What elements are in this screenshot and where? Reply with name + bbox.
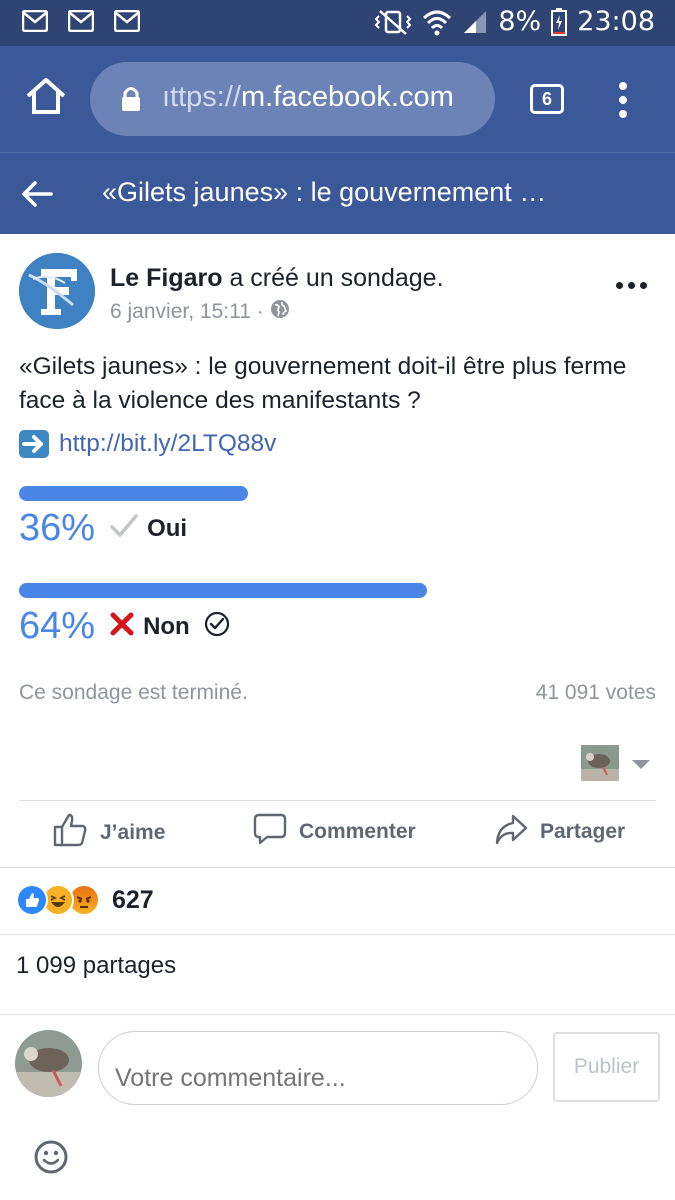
- author-name[interactable]: Le Figaro: [110, 264, 223, 292]
- share-button[interactable]: Partager: [494, 812, 625, 852]
- post-date[interactable]: 6 janvier, 15:11 ·: [110, 300, 264, 324]
- wifi-icon: [422, 8, 452, 36]
- lock-icon: [120, 86, 142, 117]
- comment-bubble-icon: [253, 812, 287, 852]
- poll-percent: 36%: [19, 507, 96, 549]
- battery-percent: 8%: [498, 6, 542, 37]
- tab-switcher-button[interactable]: 6: [530, 84, 564, 114]
- comment-button[interactable]: Commenter: [253, 812, 416, 852]
- post-author-line: Le Figaro a créé un sondage.: [110, 264, 444, 293]
- globe-icon: [270, 299, 290, 325]
- poll-option-oui[interactable]: 36% Oui: [19, 507, 187, 550]
- poll-result-bar-non: [19, 583, 427, 598]
- poll-vote-count[interactable]: 41 091 votes: [536, 681, 656, 705]
- right-arrow-icon: [19, 430, 49, 458]
- like-reaction-icon: [16, 884, 48, 916]
- divider: [19, 800, 656, 801]
- url-text: ıttps://m.facebook.com: [162, 81, 482, 114]
- reaction-count: 627: [112, 885, 154, 914]
- mute-vibrate-icon: [374, 8, 412, 36]
- home-icon[interactable]: [24, 76, 68, 120]
- publish-button[interactable]: Publier: [553, 1032, 660, 1102]
- status-bar: 8% 23:08: [0, 0, 675, 46]
- post-meta: 6 janvier, 15:11 ·: [110, 299, 290, 325]
- poll-option-label: Non: [143, 612, 190, 640]
- page-header: «Gilets jaunes» : le gouvernement …: [0, 152, 675, 234]
- signal-icon: [462, 9, 488, 35]
- divider: [0, 1014, 675, 1015]
- poll-option-label: Oui: [147, 514, 188, 542]
- notification-icons: [22, 10, 140, 32]
- post-action-text: a créé un sondage.: [222, 264, 444, 292]
- gmail-icon: [114, 10, 140, 32]
- post-link-row: http://bit.ly/2LTQ88v: [19, 430, 276, 458]
- post-link[interactable]: http://bit.ly/2LTQ88v: [59, 430, 276, 458]
- reactions-summary[interactable]: 627: [16, 884, 154, 916]
- address-bar[interactable]: ıttps://m.facebook.com: [90, 62, 495, 136]
- overflow-menu-icon[interactable]: [611, 82, 635, 118]
- user-avatar: [15, 1030, 82, 1097]
- like-label: J’aime: [100, 821, 166, 844]
- post-options-icon[interactable]: [616, 282, 647, 289]
- back-arrow-icon[interactable]: [20, 179, 54, 214]
- poll-status: Ce sondage est terminé.: [19, 681, 248, 704]
- like-button[interactable]: J’aime: [52, 812, 165, 854]
- figaro-logo: [19, 253, 95, 329]
- poll-option-non[interactable]: 64% Non: [19, 605, 230, 648]
- cross-mark-icon: [109, 611, 135, 642]
- poll-question: «Gilets jaunes» : le gouvernement doit-i…: [19, 353, 627, 414]
- browser-toolbar: ıttps://m.facebook.com 6: [0, 46, 675, 152]
- gmail-icon: [68, 10, 94, 32]
- page-avatar[interactable]: [19, 253, 95, 329]
- url-scheme: ıttps://: [162, 81, 241, 113]
- page-title: «Gilets jaunes» : le gouvernement …: [102, 177, 547, 207]
- clock: 23:08: [577, 6, 655, 37]
- voted-check-icon: [204, 611, 230, 642]
- thumbs-up-icon: [52, 812, 88, 854]
- gmail-icon: [22, 10, 48, 32]
- comment-label: Commenter: [299, 820, 416, 843]
- comment-input[interactable]: [98, 1031, 538, 1105]
- poll-percent: 64%: [19, 605, 96, 647]
- checkmark-icon: [109, 513, 139, 544]
- share-arrow-icon: [494, 812, 528, 852]
- poll-result-bar-oui: [19, 486, 248, 501]
- share-label: Partager: [540, 820, 626, 843]
- divider: [0, 934, 675, 935]
- divider: [0, 867, 675, 868]
- url-domain: m.facebook.com: [240, 81, 454, 113]
- chevron-down-icon[interactable]: [632, 760, 650, 769]
- share-count[interactable]: 1 099 partages: [16, 952, 176, 980]
- battery-icon: [551, 7, 568, 36]
- post-as-avatar[interactable]: [581, 745, 619, 781]
- smiley-icon[interactable]: [33, 1139, 69, 1180]
